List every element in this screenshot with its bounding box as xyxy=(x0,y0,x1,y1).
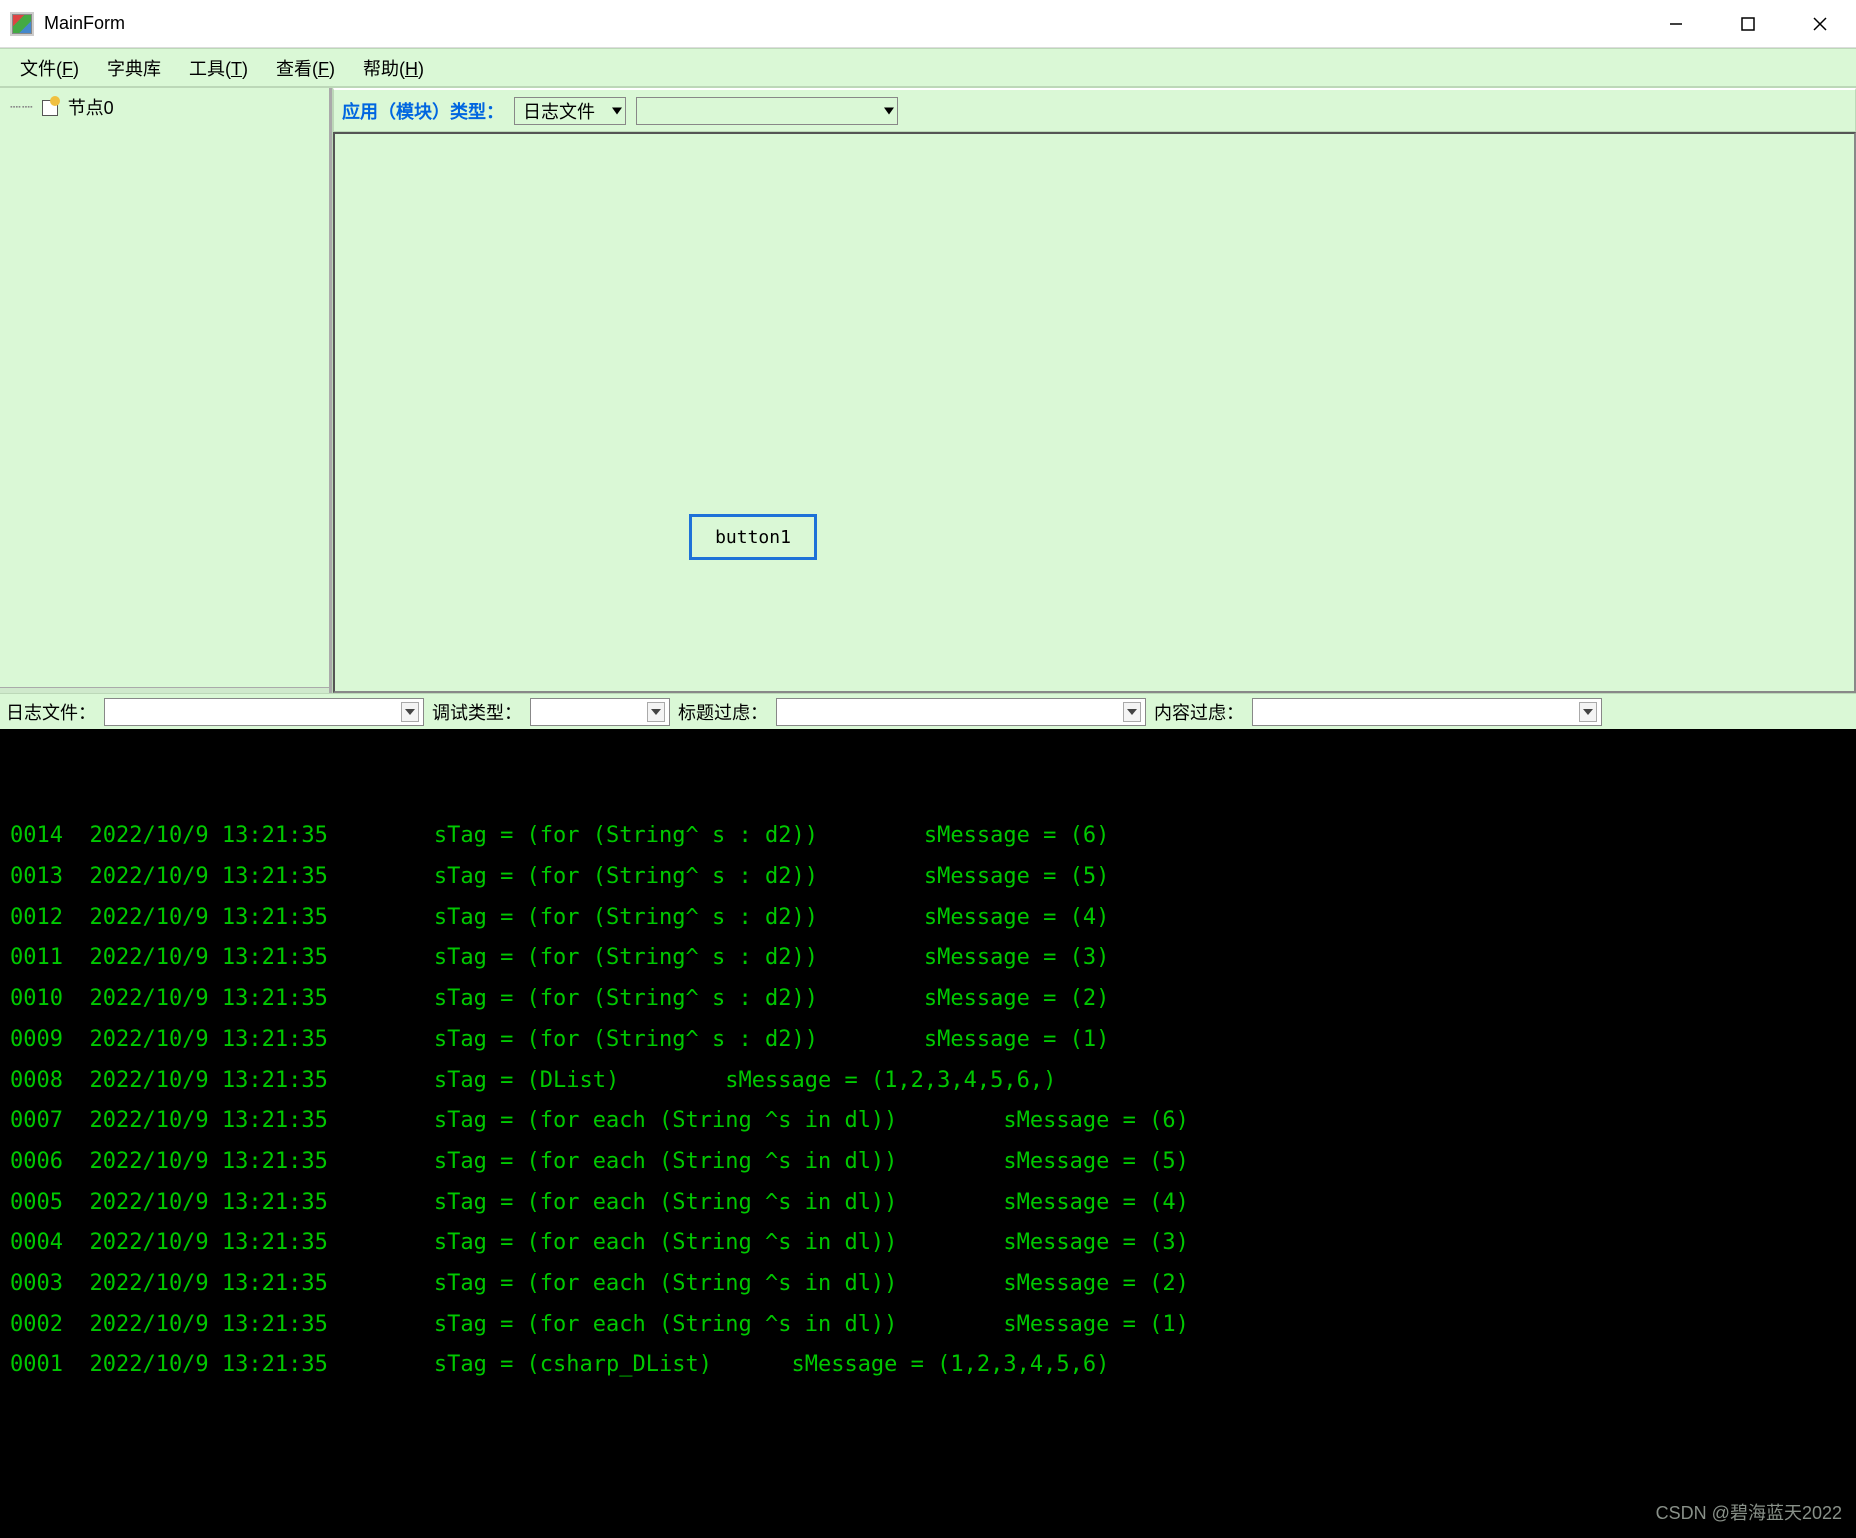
tree-node-root[interactable]: ┈┈ 节点0 xyxy=(6,92,323,122)
filter-content-label: 内容过虑： xyxy=(1154,699,1244,725)
menu-dict[interactable]: 字典库 xyxy=(107,55,161,81)
app-icon xyxy=(10,12,34,36)
log-line: 0010 2022/10/9 13:21:35 sTag = (for (Str… xyxy=(10,979,1846,1020)
menu-tools[interactable]: 工具(T) xyxy=(189,55,248,81)
log-line: 0005 2022/10/9 13:21:35 sTag = (for each… xyxy=(10,1183,1846,1224)
log-line: 0008 2022/10/9 13:21:35 sTag = (DList) s… xyxy=(10,1061,1846,1102)
filter-title-combo[interactable] xyxy=(776,698,1146,726)
log-line: 0007 2022/10/9 13:21:35 sTag = (for each… xyxy=(10,1101,1846,1142)
close-button[interactable] xyxy=(1784,0,1856,47)
filter-debugtype-label: 调试类型： xyxy=(432,699,522,725)
secondary-combo-value xyxy=(637,109,897,113)
log-line: 0014 2022/10/9 13:21:35 sTag = (for (Str… xyxy=(10,816,1846,857)
chevron-down-icon xyxy=(1579,702,1597,722)
log-line: 0009 2022/10/9 13:21:35 sTag = (for (Str… xyxy=(10,1020,1846,1061)
watermark: CSDN @碧海蓝天2022 xyxy=(1656,1497,1842,1530)
minimize-icon xyxy=(1668,16,1684,32)
log-line: 0013 2022/10/9 13:21:35 sTag = (for (Str… xyxy=(10,857,1846,898)
log-line: 0003 2022/10/9 13:21:35 sTag = (for each… xyxy=(10,1264,1846,1305)
chevron-down-icon xyxy=(884,107,894,114)
button1-label: button1 xyxy=(715,527,791,548)
toolbar-type-label: 应用（模块）类型： xyxy=(342,98,504,124)
splitter-handle[interactable] xyxy=(0,687,329,693)
filter-logfile-combo[interactable] xyxy=(104,698,424,726)
tree-branch-icon: ┈┈ xyxy=(10,97,34,118)
maximize-icon xyxy=(1741,17,1755,31)
treeview[interactable]: ┈┈ 节点0 xyxy=(6,92,323,689)
tree-pane: ┈┈ 节点0 xyxy=(0,88,332,693)
close-icon xyxy=(1812,16,1828,32)
window-title: MainForm xyxy=(44,13,125,34)
secondary-combo[interactable] xyxy=(636,97,898,125)
design-canvas[interactable]: button1 xyxy=(333,132,1856,693)
log-line: 0001 2022/10/9 13:21:35 sTag = (csharp_D… xyxy=(10,1345,1846,1386)
chevron-down-icon xyxy=(647,702,665,722)
maximize-button[interactable] xyxy=(1712,0,1784,47)
filter-debugtype-combo[interactable] xyxy=(530,698,670,726)
chevron-down-icon xyxy=(401,702,419,722)
type-combo-value: 日志文件 xyxy=(515,96,625,126)
filter-bar: 日志文件： 调试类型： 标题过虑： 内容过虑： xyxy=(0,693,1856,729)
filter-title-label: 标题过虑： xyxy=(678,699,768,725)
chevron-down-icon xyxy=(1123,702,1141,722)
menu-help[interactable]: 帮助(H) xyxy=(363,55,424,81)
log-line: 0011 2022/10/9 13:21:35 sTag = (for (Str… xyxy=(10,938,1846,979)
toolbar: 应用（模块）类型： 日志文件 xyxy=(333,88,1856,132)
filter-content-combo[interactable] xyxy=(1252,698,1602,726)
menu-view[interactable]: 查看(F) xyxy=(276,55,335,81)
log-line: 0004 2022/10/9 13:21:35 sTag = (for each… xyxy=(10,1223,1846,1264)
log-line: 0002 2022/10/9 13:21:35 sTag = (for each… xyxy=(10,1305,1846,1346)
filter-logfile-label: 日志文件： xyxy=(6,699,96,725)
tree-node-label: 节点0 xyxy=(68,94,114,120)
log-line: 0012 2022/10/9 13:21:35 sTag = (for (Str… xyxy=(10,898,1846,939)
log-console[interactable]: 0014 2022/10/9 13:21:35 sTag = (for (Str… xyxy=(0,729,1856,1538)
log-line: 0006 2022/10/9 13:21:35 sTag = (for each… xyxy=(10,1142,1846,1183)
menu-file[interactable]: 文件(F) xyxy=(20,55,79,81)
minimize-button[interactable] xyxy=(1640,0,1712,47)
chevron-down-icon xyxy=(612,107,622,114)
menu-bar: 文件(F) 字典库 工具(T) 查看(F) 帮助(H) xyxy=(0,48,1856,88)
button1[interactable]: button1 xyxy=(689,514,817,560)
type-combo[interactable]: 日志文件 xyxy=(514,97,626,125)
bug-icon xyxy=(40,96,62,118)
